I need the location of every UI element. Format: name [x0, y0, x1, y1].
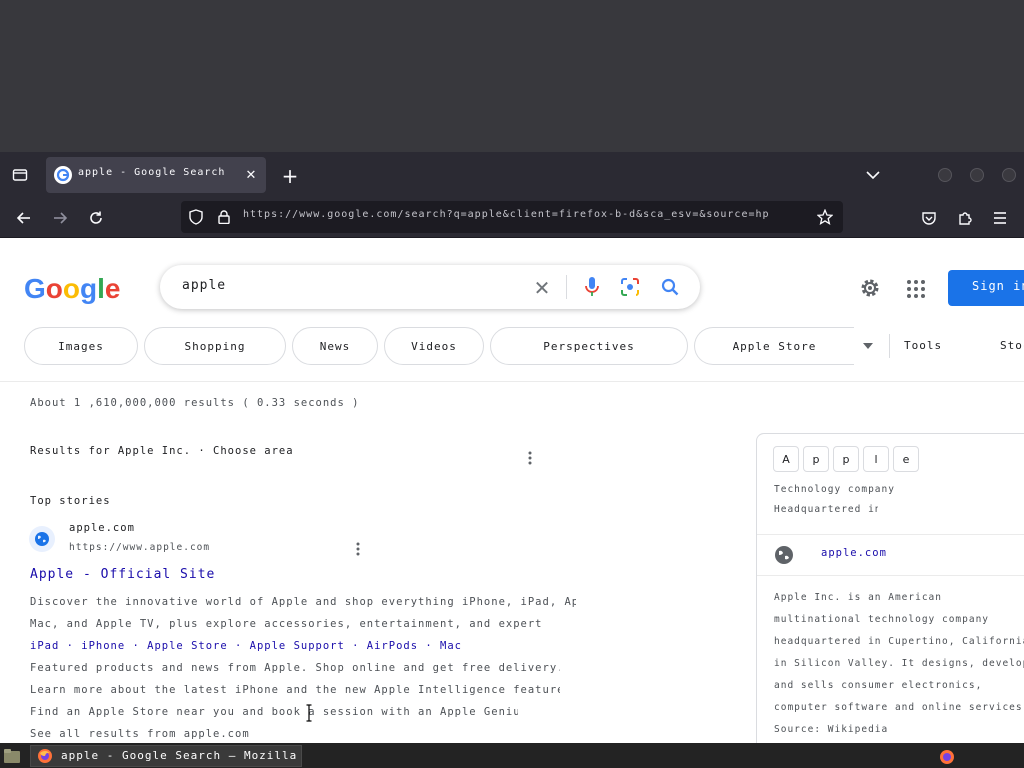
chip-videos[interactable]: Videos [384, 327, 484, 365]
chips-dropdown-icon[interactable] [858, 336, 878, 356]
search-input[interactable]: apple [182, 278, 302, 296]
more-options-icon[interactable] [522, 449, 538, 467]
header-divider [0, 381, 1024, 382]
clear-search-icon[interactable]: ✕ [530, 276, 554, 300]
result-snippet-line: Mac, and Apple TV, plus explore accessor… [30, 618, 546, 630]
text-cursor-icon [306, 704, 312, 722]
result-snippet-line: Featured products and news from Apple. S… [30, 662, 560, 674]
result-see-all-link[interactable]: See all results from apple.com [30, 728, 352, 742]
kp-description-line: headquartered in Cupertino, California, [774, 636, 1024, 647]
result-snippet-line: Learn more about the latest iPhone and t… [30, 684, 560, 696]
list-all-tabs-icon[interactable] [862, 164, 884, 186]
chip-perspectives[interactable]: Perspectives [490, 327, 688, 365]
settings-gear-icon[interactable] [857, 275, 883, 301]
chip-news[interactable]: News [292, 327, 378, 365]
tab-active[interactable]: apple - Google Search ✕ [46, 157, 266, 193]
kp-divider [757, 575, 1024, 576]
forward-icon[interactable] [48, 206, 72, 230]
knowledge-panel: A p p l e Technology company Headquarter… [756, 433, 1024, 753]
sign-in-button[interactable]: Sign in [948, 270, 1024, 306]
tab-title: apple - Google Search [78, 167, 226, 178]
lock-icon[interactable] [215, 208, 233, 226]
section-heading: Top stories [30, 495, 111, 507]
kp-title: A p p l e [773, 446, 919, 472]
firefox-view-icon[interactable] [8, 163, 32, 187]
kp-description-line: computer software and online services. [774, 702, 1024, 713]
kp-description-line: and sells consumer electronics, [774, 680, 983, 691]
kp-description-line: in Silicon Valley. It designs, develops, [774, 658, 1024, 669]
search-box[interactable]: apple ✕ [160, 265, 700, 309]
url-text: https://www.google.com/search?q=apple&cl… [243, 209, 770, 220]
kp-description-line: multinational technology company [774, 614, 990, 625]
pocket-icon[interactable] [917, 206, 941, 230]
desktop-background [0, 0, 1024, 152]
file-manager-icon[interactable] [2, 746, 22, 766]
close-window-button[interactable] [1002, 168, 1016, 182]
kp-source-link[interactable]: Source: Wikipedia [774, 724, 968, 738]
kp-globe-icon [773, 544, 795, 566]
tracking-protection-shield-icon[interactable] [187, 208, 205, 226]
chip-tools[interactable]: Tools [904, 339, 974, 355]
result-title-link[interactable]: Apple - Official Site [30, 567, 450, 587]
back-icon[interactable] [12, 206, 36, 230]
google-logo[interactable]: Google [24, 270, 124, 306]
site-globe-icon [29, 526, 55, 552]
minimize-button[interactable] [938, 168, 952, 182]
svg-text:Google: Google [24, 273, 120, 304]
extensions-icon[interactable] [953, 206, 977, 230]
result-sitelinks-line[interactable]: iPad · iPhone · Apple Store · Apple Supp… [30, 640, 560, 656]
new-tab-button[interactable]: + [278, 164, 302, 188]
lens-search-icon[interactable] [618, 275, 642, 299]
result-snippet-line: Discover the innovative world of Apple a… [30, 596, 576, 608]
search-submit-icon[interactable] [658, 275, 682, 299]
application-menu-icon[interactable] [988, 206, 1012, 230]
close-tab-icon[interactable]: ✕ [242, 166, 260, 184]
kp-title-letter: l [863, 446, 889, 472]
kp-title-letter: p [833, 446, 859, 472]
kp-title-letter: e [893, 446, 919, 472]
chip-shopping[interactable]: Shopping [144, 327, 286, 365]
chip-label: News [319, 339, 351, 353]
bookmark-star-icon[interactable] [815, 207, 835, 227]
chip-label: Images [58, 339, 104, 353]
result-site-url[interactable]: https://www.apple.com [69, 542, 345, 556]
chip-apple-store[interactable]: Apple Store [694, 327, 854, 365]
taskbar-window-title: apple - Google Search — Mozilla Firefox [61, 749, 297, 762]
tray-firefox-icon[interactable] [936, 747, 958, 767]
chip-images[interactable]: Images [24, 327, 138, 365]
reload-icon[interactable] [84, 206, 108, 230]
chip-stock[interactable]: Stock [1000, 339, 1024, 355]
taskbar-window-button[interactable]: apple - Google Search — Mozilla Firefox [30, 745, 302, 767]
kp-subtitle: Headquartered in [774, 504, 878, 515]
chip-label: Videos [411, 339, 457, 353]
voice-search-icon[interactable] [580, 275, 604, 299]
chip-label: Apple Store [732, 339, 817, 353]
maximize-button[interactable] [970, 168, 984, 182]
google-apps-icon[interactable] [906, 279, 926, 299]
results-for-notice[interactable]: Results for Apple Inc. · Choose area [30, 445, 510, 461]
chip-label: Perspectives [543, 339, 635, 353]
sign-in-label: Sign in [972, 279, 1024, 293]
kp-subtitle: Technology company [774, 484, 895, 495]
firefox-icon [37, 748, 53, 764]
chips-divider [889, 334, 890, 358]
kp-description-line: Apple Inc. is an American [774, 592, 942, 603]
kp-title-letter: p [803, 446, 829, 472]
result-site-name[interactable]: apple.com [69, 522, 209, 536]
chip-label: Shopping [184, 339, 246, 353]
kp-website-link[interactable]: apple.com [821, 547, 951, 563]
kp-divider [757, 534, 1024, 535]
result-more-icon[interactable] [350, 540, 366, 558]
kp-title-letter: A [773, 446, 799, 472]
result-snippet-line: Find an Apple Store near you and book a … [30, 706, 518, 718]
google-favicon-icon [54, 166, 72, 184]
search-divider [566, 275, 567, 299]
url-bar[interactable]: https://www.google.com/search?q=apple&cl… [181, 201, 843, 233]
result-stats: About 1 ,610,000,000 results ( 0.33 seco… [30, 397, 360, 409]
